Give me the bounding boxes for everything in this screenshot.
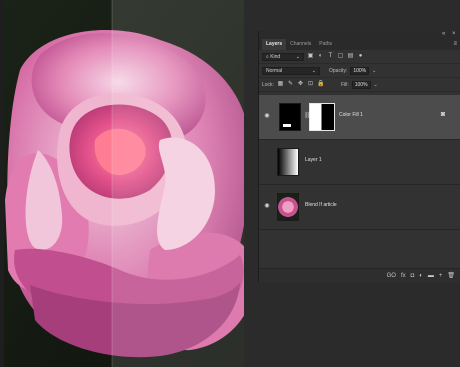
color-fill-thumbnail[interactable] — [279, 103, 301, 131]
type-filter-icon[interactable]: T — [327, 53, 334, 60]
chevron-down-icon: ⌄ — [311, 67, 316, 74]
layer-mask-thumbnail[interactable] — [309, 103, 335, 131]
search-icon: ⌕ — [266, 53, 269, 60]
adjustment-filter-icon[interactable]: ◐ — [317, 53, 324, 60]
layer-row-blend-if-article[interactable]: ◉ Blend If article — [259, 185, 460, 230]
filter-kind-select[interactable]: ⌕ Kind ⌄ — [262, 52, 304, 61]
fill-input[interactable]: 100% — [351, 80, 371, 89]
blend-mode-select[interactable]: Normal ⌄ — [262, 66, 320, 75]
layer-row-layer-1[interactable]: Layer 1 — [259, 140, 460, 185]
lock-row: Lock: ▦ ✎ ✥ ⊡ 🔒 Fill: 100% ⌄ — [259, 78, 460, 92]
lock-label: Lock: — [262, 81, 274, 88]
layer-name[interactable]: Color Fill 1 — [339, 112, 363, 118]
hamburger-menu-icon[interactable]: ≡ — [453, 39, 457, 49]
opacity-label: Opacity: — [329, 67, 348, 74]
canvas-edge — [0, 0, 4, 367]
chevron-down-icon[interactable]: ⌄ — [374, 82, 378, 88]
filter-kind-label: Kind — [270, 53, 281, 60]
shape-filter-icon[interactable]: ▢ — [337, 53, 344, 60]
lock-transparent-icon[interactable]: ▦ — [277, 81, 284, 88]
chevron-down-icon: ⌄ — [295, 53, 300, 60]
rose-photo — [0, 0, 258, 367]
fx-icon[interactable]: fx — [401, 272, 406, 280]
layers-footer: GO fx ◘ ◐ ▬ + 🗑 — [259, 268, 460, 282]
layer-row-color-fill[interactable]: ◉ ⛓ Color Fill 1 ◙ — [259, 95, 460, 140]
smart-object-filter-icon[interactable]: ▤ — [347, 53, 354, 60]
add-mask-icon[interactable]: ◘ — [411, 272, 415, 280]
layer-name[interactable]: Layer 1 — [305, 157, 322, 163]
new-adjustment-icon[interactable]: ◐ — [419, 272, 423, 280]
panel-tabs: Layers Channels Paths — [259, 38, 460, 50]
lock-artboard-icon[interactable]: ⊡ — [307, 81, 314, 88]
tab-channels[interactable]: Channels — [286, 39, 315, 50]
panel-title-bar: « × — [259, 31, 460, 38]
opacity-input[interactable]: 100% — [350, 66, 370, 75]
gradient-thumbnail[interactable] — [277, 148, 299, 176]
tab-paths[interactable]: Paths — [315, 39, 336, 50]
layers-list: ◉ ⛓ Color Fill 1 ◙ Layer 1 ◉ Blend If ar… — [259, 95, 460, 230]
blend-mode-value: Normal — [266, 67, 283, 74]
lock-move-icon[interactable]: ✥ — [297, 81, 304, 88]
blend-row: Normal ⌄ Opacity: 100% ⌄ — [259, 64, 460, 78]
lock-all-icon[interactable]: 🔒 — [317, 81, 324, 88]
layers-panel: « × Layers Channels Paths ≡ ⌕ Kind ⌄ ▣ ◐… — [258, 31, 460, 282]
eye-icon[interactable]: ◉ — [263, 203, 271, 210]
delete-icon[interactable]: 🗑 — [447, 272, 455, 280]
pixel-filter-icon[interactable]: ▣ — [307, 53, 314, 60]
photo-thumbnail[interactable] — [277, 193, 299, 221]
tab-layers[interactable]: Layers — [262, 39, 287, 50]
collapse-icon[interactable]: « — [442, 31, 445, 38]
fill-label: Fill: — [340, 81, 349, 88]
filter-row: ⌕ Kind ⌄ ▣ ◐ T ▢ ▤ ● — [259, 50, 460, 64]
canvas-image[interactable] — [0, 0, 258, 367]
chevron-down-icon[interactable]: ⌄ — [372, 68, 376, 74]
lock-paint-icon[interactable]: ✎ — [287, 81, 294, 88]
filter-toggle-icon[interactable]: ● — [357, 53, 364, 60]
new-layer-icon[interactable]: + — [439, 272, 443, 280]
new-group-icon[interactable]: ▬ — [428, 272, 434, 280]
layer-name[interactable]: Blend If article — [305, 202, 337, 208]
eye-icon[interactable]: ◉ — [263, 113, 271, 120]
blending-options-icon[interactable]: ◙ — [439, 111, 447, 119]
close-icon[interactable]: × — [452, 31, 456, 38]
link-layers-icon[interactable]: GO — [387, 272, 396, 280]
